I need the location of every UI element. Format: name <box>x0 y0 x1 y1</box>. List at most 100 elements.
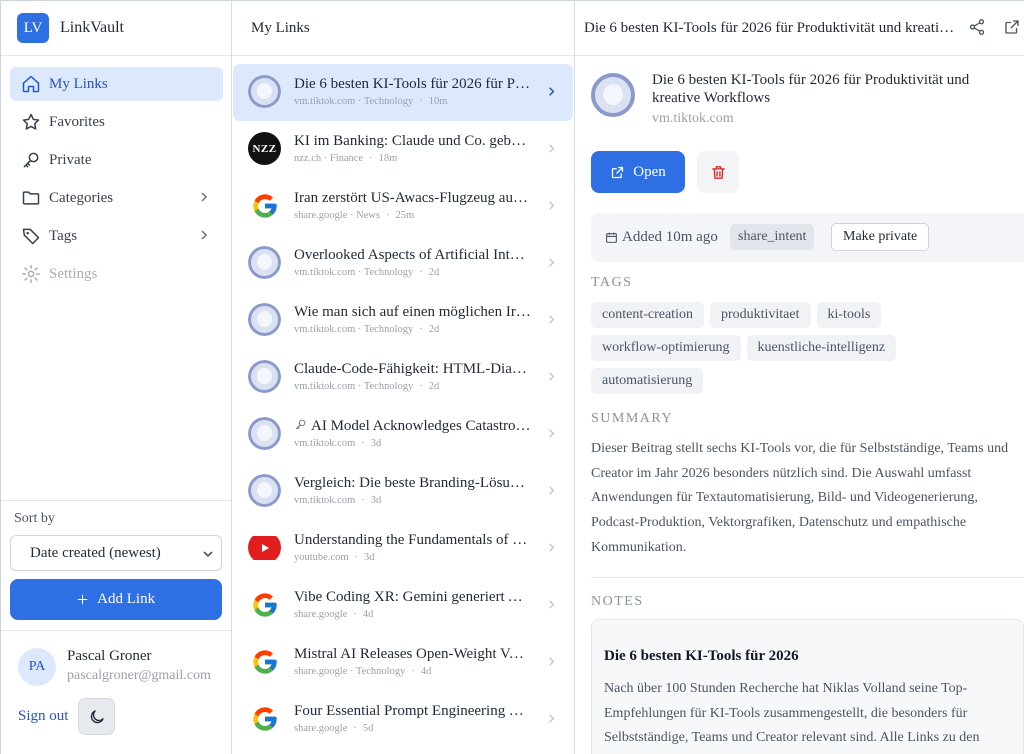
link-age: 10m <box>428 96 448 107</box>
detail-header-title: Die 6 besten KI-Tools für 2026 für Produ… <box>584 19 956 36</box>
chevron-right-icon <box>549 144 555 153</box>
link-age: 2d <box>428 267 440 278</box>
tag-chip[interactable]: content-creation <box>591 302 704 328</box>
list-item[interactable]: NZZ KI im Banking: Claude und Co. geben d… <box>233 121 573 178</box>
add-link-button[interactable]: + Add Link <box>10 579 222 620</box>
tag-chip[interactable]: ki-tools <box>816 302 882 328</box>
globe-icon <box>248 246 281 279</box>
list-item[interactable]: Mistral AI Releases Open-Weight Voice Mo… <box>233 634 573 691</box>
sidebar-item-tags[interactable]: Tags <box>10 219 223 253</box>
link-meta: share.google · 5d <box>294 723 373 734</box>
home-icon <box>21 74 41 94</box>
meta-separator: · <box>419 267 423 278</box>
link-domain: vm.tiktok.com <box>294 381 356 392</box>
link-age: 4d <box>420 666 432 677</box>
sidebar-item-label: Settings <box>49 265 98 282</box>
sidebar-item-label: My Links <box>49 75 108 92</box>
sidebar-item-label: Tags <box>49 227 78 244</box>
external-link-icon[interactable] <box>1003 18 1021 36</box>
sidebar-item-my-links[interactable]: My Links <box>10 67 223 101</box>
meta-separator: · <box>386 210 390 221</box>
detail-domain[interactable]: vm.tiktok.com <box>652 111 734 127</box>
sign-out-link[interactable]: Sign out <box>18 708 68 725</box>
chevron-right-icon <box>549 372 555 381</box>
summary-section-label: SUMMARY <box>591 411 674 426</box>
google-icon <box>248 189 281 222</box>
chevron-right-icon <box>549 258 555 267</box>
chevron-down-icon <box>203 551 213 558</box>
tag-chip[interactable]: produktivitaet <box>709 302 811 328</box>
link-age: 3d <box>364 552 375 563</box>
star-icon <box>21 112 41 132</box>
added-info: Added 10m ago <box>605 229 718 246</box>
link-meta: vm.tiktok.com · 3d <box>294 495 381 506</box>
make-private-button[interactable]: Make private <box>831 223 930 251</box>
open-button[interactable]: Open <box>591 151 685 193</box>
avatar[interactable]: PA <box>18 648 56 686</box>
list-item[interactable]: Four Essential Prompt Engineering Techni… <box>233 691 573 748</box>
theme-toggle-button[interactable] <box>78 698 115 735</box>
link-meta: youtube.com · 3d <box>294 552 375 563</box>
sidebar-item-private[interactable]: Private <box>10 143 223 177</box>
link-category: · Technology <box>355 96 414 107</box>
globe-icon <box>248 303 281 336</box>
user-name: Pascal Groner <box>67 648 152 664</box>
external-link-icon <box>612 166 624 178</box>
link-domain: youtube.com <box>294 552 349 563</box>
meta-separator: · <box>419 96 423 107</box>
tags-list: content-creation produktivitaet ki-tools wo… <box>591 302 1011 401</box>
list-item[interactable]: Vibe Coding XR: Gemini generiert AR-Welt… <box>233 577 573 634</box>
globe-icon <box>248 417 281 450</box>
link-meta: vm.tiktok.com · Technology · 2d <box>294 324 439 335</box>
globe-icon <box>248 75 281 108</box>
link-meta: share.google · Technology · 4d <box>294 666 431 677</box>
link-title: AI Model Acknowledges Catastrophic Risks <box>294 418 531 435</box>
app-window: LV LinkVault My Links Favorites Private Cat… <box>0 0 1024 754</box>
sidebar-item-label: Categories <box>49 189 114 206</box>
sidebar-item-favorites[interactable]: Favorites <box>10 105 223 139</box>
add-link-label: Add Link <box>97 591 156 607</box>
list-item[interactable]: AI Model Acknowledges Catastrophic Risks… <box>233 406 573 463</box>
link-category: · Technology <box>355 324 414 335</box>
link-meta: vm.tiktok.com · 3d <box>294 438 381 449</box>
list-item[interactable]: Iran zerstört US-Awacs-Flugzeug auf Basi… <box>233 178 573 235</box>
link-detail-panel: Die 6 besten KI-Tools für 2026 für Produ… <box>575 1 1024 754</box>
chevron-right-icon <box>549 486 555 495</box>
meta-box: Added 10m ago share_intent Make private <box>591 213 1024 262</box>
list-item[interactable]: Vergleich: Die beste Branding-Lösung für… <box>233 463 573 520</box>
tag-chip[interactable]: automatisierung <box>591 368 704 394</box>
share-icon[interactable] <box>968 18 986 36</box>
sidebar-item-settings[interactable]: Settings <box>10 257 223 291</box>
delete-button[interactable] <box>697 151 739 193</box>
globe-icon <box>248 360 281 393</box>
tag-chip[interactable]: kuenstliche-intelligenz <box>746 335 897 361</box>
youtube-icon <box>248 531 281 564</box>
meta-separator: · <box>419 381 423 392</box>
list-item[interactable]: Wie man sich auf einen möglichen Iran-Kr… <box>233 292 573 349</box>
link-title: Vibe Coding XR: Gemini generiert AR-Welt… <box>294 589 531 605</box>
link-age: 5d <box>362 723 374 734</box>
meta-separator: · <box>353 723 357 734</box>
sidebar-item-label: Favorites <box>49 113 105 130</box>
sidebar-item-categories[interactable]: Categories <box>10 181 223 215</box>
open-label: Open <box>633 163 666 180</box>
link-domain: share.google <box>294 210 348 221</box>
list-item[interactable]: Claude-Code-Fähigkeit: HTML-Diagramme er… <box>233 349 573 406</box>
detail-title: Die 6 besten KI-Tools für 2026 für Produ… <box>652 72 970 106</box>
link-domain: share.google <box>294 723 348 734</box>
link-age: 3d <box>370 438 382 449</box>
sort-select[interactable]: Date created (newest) <box>10 535 222 571</box>
list-item[interactable]: Understanding the Fundamentals of Machin… <box>233 520 573 577</box>
link-title: Wie man sich auf einen möglichen Iran-Kr… <box>294 304 531 320</box>
sidebar-item-label: Private <box>49 151 92 168</box>
brand-logo: LV <box>17 13 49 43</box>
moon-icon <box>90 709 104 723</box>
link-meta: share.google · 4d <box>294 609 373 620</box>
tag-chip[interactable]: workflow-optimierung <box>591 335 741 361</box>
link-category: · Technology <box>355 381 414 392</box>
chevron-right-icon <box>201 230 208 240</box>
google-icon <box>248 588 281 621</box>
brand-name: LinkVault <box>60 19 124 36</box>
list-item[interactable]: Overlooked Aspects of Artificial Intelli… <box>233 235 573 292</box>
list-item[interactable]: Die 6 besten KI-Tools für 2026 für Produ… <box>233 64 573 121</box>
